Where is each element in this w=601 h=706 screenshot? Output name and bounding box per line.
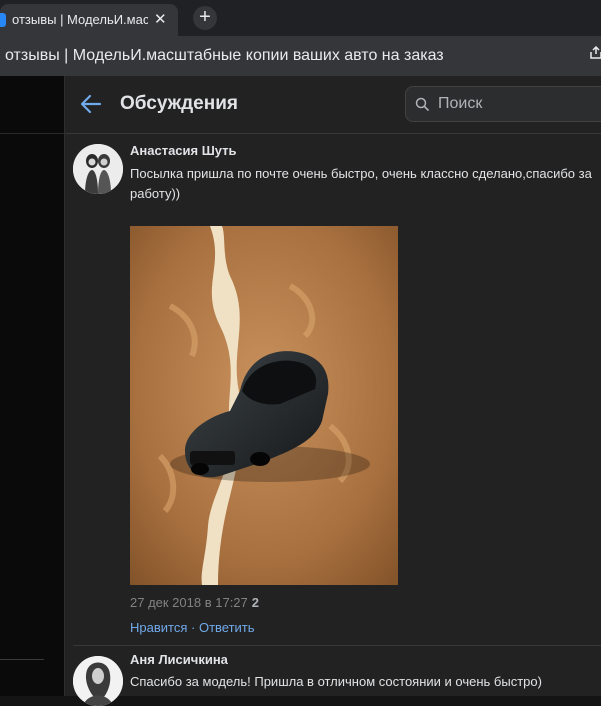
browser-tab-strip: отзывы | МодельИ.масштабные ✕ + — [0, 0, 601, 36]
discussion-title: Обсуждения — [120, 93, 238, 114]
back-arrow-icon[interactable] — [80, 93, 102, 115]
tab-close-icon[interactable]: ✕ — [154, 10, 167, 28]
tab-title: отзывы | МодельИ.масштабные — [12, 12, 148, 27]
share-icon[interactable] — [589, 46, 601, 60]
divider — [0, 133, 64, 134]
comment-author[interactable]: Анастасия Шуть — [130, 143, 237, 158]
browser-tab[interactable]: отзывы | МодельИ.масштабные ✕ — [0, 4, 178, 36]
like-count: 2 — [251, 595, 260, 610]
left-sidebar — [0, 76, 64, 696]
search-box[interactable] — [405, 86, 601, 122]
discussion-header: Обсуждения — [65, 76, 601, 134]
page-title: отзывы | МодельИ.масштабные копии ваших … — [5, 47, 444, 64]
new-tab-button[interactable]: + — [193, 6, 217, 30]
comment-divider — [73, 645, 601, 646]
action-separator: · — [191, 620, 196, 635]
divider — [0, 659, 44, 660]
comment-photo[interactable] — [130, 226, 398, 585]
comment-date[interactable]: 27 дек 2018 в 17:27 — [130, 595, 248, 610]
discussion-panel: Обсуждения Анастасия Шуть Посылка пришла… — [64, 76, 601, 706]
reply-link[interactable]: Ответить — [199, 620, 255, 635]
avatar[interactable] — [73, 144, 123, 194]
like-link[interactable]: Нравится — [130, 620, 187, 635]
comment-meta: 27 дек 2018 в 17:27 2 — [130, 595, 259, 610]
vk-favicon-icon — [0, 13, 6, 27]
search-icon — [415, 97, 429, 111]
comment-author[interactable]: Аня Лисичкина — [130, 652, 228, 667]
browser-title-bar: отзывы | МодельИ.масштабные копии ваших … — [0, 36, 601, 76]
comment-actions: Нравится · Ответить — [130, 620, 255, 635]
avatar[interactable] — [73, 656, 123, 706]
comment-text: Посылка пришла по почте очень быстро, оч… — [130, 166, 592, 201]
comment-text: Спасибо за модель! Пришла в отличном сос… — [130, 674, 542, 689]
search-input[interactable] — [438, 94, 598, 114]
